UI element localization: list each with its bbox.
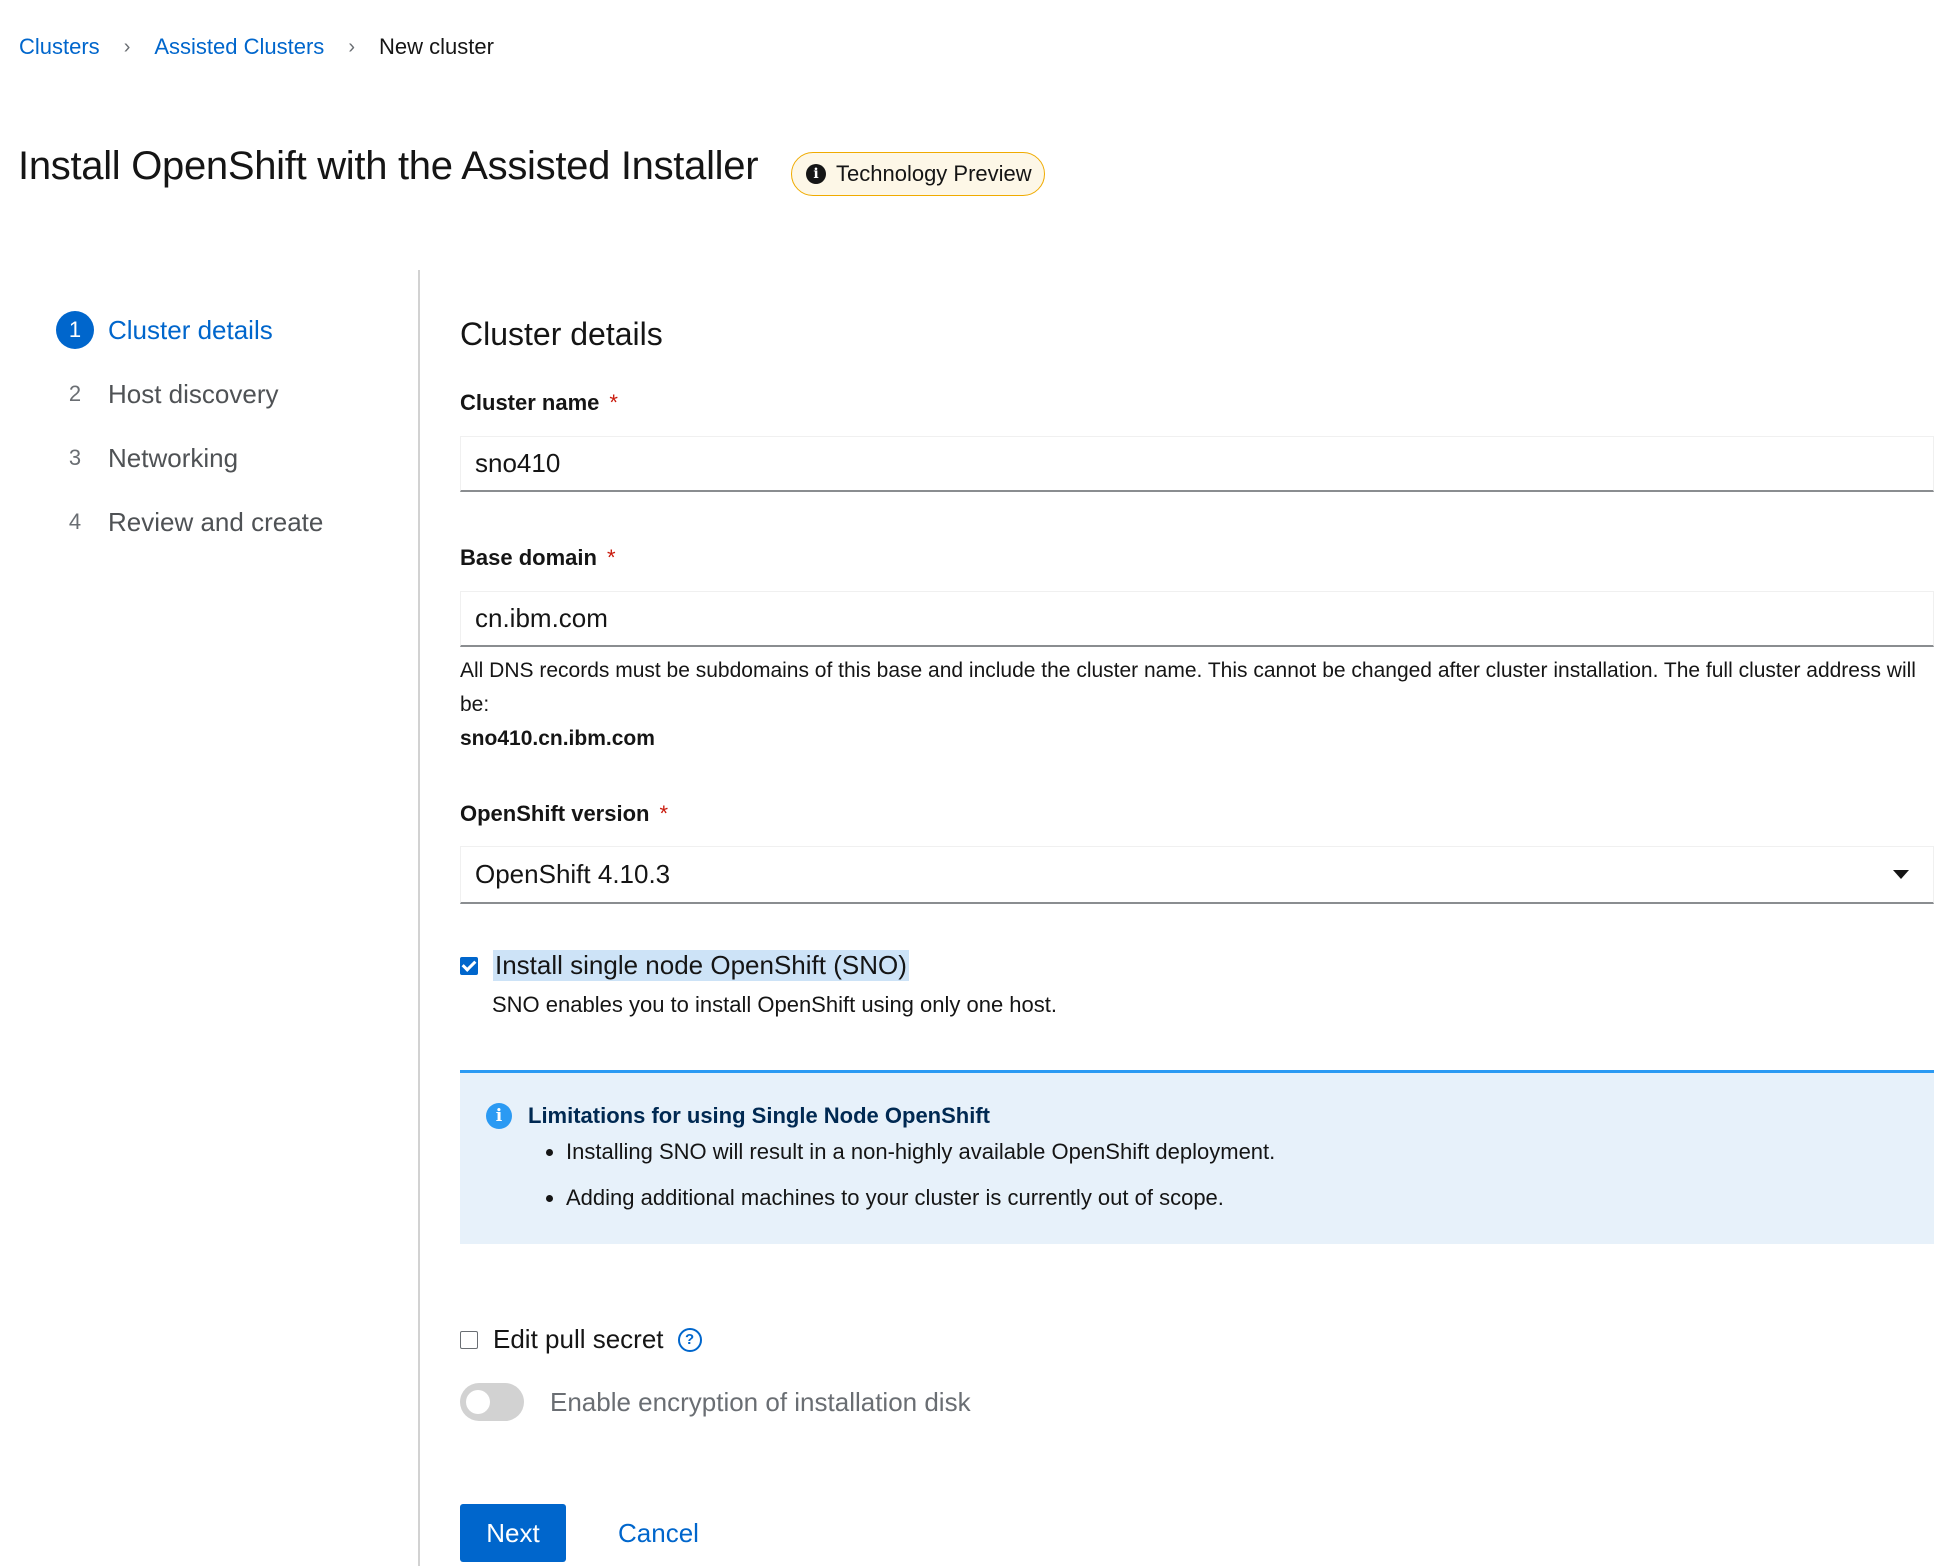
openshift-version-select[interactable]: OpenShift 4.10.3	[460, 846, 1934, 904]
badge-label: Technology Preview	[836, 161, 1032, 186]
cluster-name-label: Cluster name *	[460, 390, 618, 416]
encryption-switch[interactable]	[460, 1383, 524, 1421]
step-label: Host discovery	[108, 378, 279, 409]
chevron-right-icon: ›	[348, 35, 355, 58]
sno-checkbox[interactable]	[460, 956, 478, 975]
wizard-step-host-discovery[interactable]: 2 Host discovery	[56, 374, 323, 414]
openshift-version-label-text: OpenShift version	[460, 801, 650, 826]
caret-down-icon	[1893, 870, 1909, 879]
step-label: Networking	[108, 442, 239, 473]
sno-description: SNO enables you to install OpenShift usi…	[492, 992, 1058, 1017]
base-domain-value: cn.ibm.com	[475, 603, 608, 633]
wizard-nav: 1 Cluster details 2 Host discovery 3 Net…	[56, 310, 323, 566]
cluster-name-value: sno410	[475, 448, 561, 478]
pull-secret-checkbox-row: Edit pull secret ?	[460, 1324, 702, 1355]
base-domain-helper: All DNS records must be subdomains of th…	[460, 654, 1934, 756]
base-domain-input[interactable]: cn.ibm.com	[460, 591, 1934, 647]
cluster-name-input[interactable]: sno410	[460, 436, 1934, 492]
page-title: Install OpenShift with the Assisted Inst…	[18, 144, 759, 188]
base-domain-helper-text: All DNS records must be subdomains of th…	[460, 659, 1916, 716]
pull-secret-label[interactable]: Edit pull secret	[493, 1324, 664, 1355]
info-icon: i	[806, 164, 826, 184]
info-icon: i	[486, 1103, 512, 1129]
encryption-label: Enable encryption of installation disk	[550, 1386, 971, 1417]
base-domain-label-text: Base domain	[460, 545, 597, 570]
breadcrumb-current: New cluster	[378, 34, 494, 59]
step-number: 1	[56, 311, 94, 349]
step-label: Review and create	[108, 506, 324, 537]
full-cluster-address: sno410.cn.ibm.com	[460, 727, 655, 750]
help-icon[interactable]: ?	[677, 1327, 702, 1352]
pull-secret-checkbox[interactable]	[460, 1330, 478, 1349]
cancel-button[interactable]: Cancel	[618, 1518, 699, 1549]
required-marker: *	[606, 545, 616, 570]
step-label: Cluster details	[108, 314, 273, 345]
wizard-divider	[418, 270, 420, 1566]
cluster-name-label-text: Cluster name	[460, 390, 600, 415]
step-number: 4	[68, 509, 82, 534]
sno-checkbox-row: Install single node OpenShift (SNO)	[460, 950, 909, 981]
technology-preview-badge[interactable]: i Technology Preview	[791, 152, 1045, 196]
openshift-version-value: OpenShift 4.10.3	[475, 859, 671, 889]
breadcrumb-assisted-clusters-link[interactable]: Assisted Clusters	[154, 34, 324, 60]
openshift-version-label: OpenShift version *	[460, 801, 668, 827]
encryption-switch-row: Enable encryption of installation disk	[460, 1383, 971, 1421]
required-marker: *	[659, 801, 669, 826]
wizard-step-cluster-details[interactable]: 1 Cluster details	[56, 310, 323, 350]
next-button[interactable]: Next	[460, 1504, 566, 1562]
breadcrumb: Clusters › Assisted Clusters › New clust…	[19, 34, 494, 60]
step-number: 2	[68, 381, 82, 406]
breadcrumb-clusters-link[interactable]: Clusters	[19, 34, 100, 60]
wizard-step-networking[interactable]: 3 Networking	[56, 438, 323, 478]
alert-item: Installing SNO will result in a non-high…	[566, 1129, 1275, 1175]
sno-checkbox-label[interactable]: Install single node OpenShift (SNO)	[493, 950, 909, 981]
chevron-right-icon: ›	[123, 35, 131, 58]
alert-title: Limitations for using Single Node OpenSh…	[528, 1103, 990, 1128]
wizard-step-review-and-create[interactable]: 4 Review and create	[56, 502, 323, 542]
section-title: Cluster details	[460, 316, 663, 352]
step-number: 3	[68, 445, 82, 470]
base-domain-label: Base domain *	[460, 545, 616, 571]
sno-limitations-alert: i Limitations for using Single Node Open…	[460, 1070, 1934, 1244]
required-marker: *	[609, 390, 618, 415]
switch-knob	[466, 1390, 490, 1414]
alert-list: Installing SNO will result in a non-high…	[538, 1129, 1275, 1221]
alert-item: Adding additional machines to your clust…	[566, 1175, 1275, 1221]
